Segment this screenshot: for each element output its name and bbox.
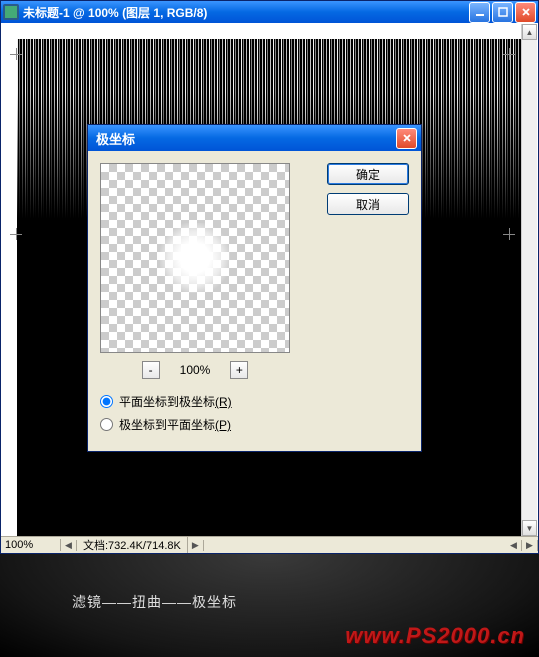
status-menu-arrow[interactable]: ▶ [188, 540, 204, 551]
tutorial-caption: 滤镜——扭曲——极坐标 [72, 592, 237, 612]
dialog-title: 极坐标 [92, 129, 396, 148]
zoom-in-button[interactable]: + [230, 361, 248, 379]
status-bar: 100% ◀ 文档:732.4K/714.8K ▶ ◀ ▶ [1, 536, 538, 553]
scroll-left-icon[interactable]: ◀ [506, 540, 522, 551]
window-title: 未标题-1 @ 100% (图层 1, RGB/8) [23, 4, 469, 21]
caption-area: 滤镜——扭曲——极坐标 www.PS2000.cn [0, 554, 539, 657]
radio-rect-to-polar[interactable]: 平面坐标到极坐标(R) [100, 393, 409, 410]
status-arrow-left[interactable]: ◀ [61, 540, 77, 551]
document-size: 文档:732.4K/714.8K [77, 537, 188, 553]
maximize-button[interactable] [492, 2, 513, 23]
dialog-close-button[interactable] [396, 128, 417, 149]
zoom-out-button[interactable]: - [142, 361, 160, 379]
scroll-down-icon[interactable]: ▼ [522, 520, 537, 536]
polar-coordinates-dialog: 极坐标 - 100% + 平面坐标到极坐标(R) 极坐标到平面坐标(P) 确定 … [87, 124, 422, 452]
radio-polar-to-rect-input[interactable] [100, 418, 113, 431]
radio-polar-to-rect[interactable]: 极坐标到平面坐标(P) [100, 416, 409, 433]
close-button[interactable] [515, 2, 536, 23]
minimize-button[interactable] [469, 2, 490, 23]
scroll-right-icon[interactable]: ▶ [522, 540, 538, 551]
app-icon [3, 4, 19, 20]
zoom-controls: - 100% + [100, 361, 290, 379]
dialog-titlebar[interactable]: 极坐标 [88, 125, 421, 151]
dialog-buttons: 确定 取消 [327, 163, 409, 215]
cancel-button[interactable]: 取消 [327, 193, 409, 215]
window-controls [469, 2, 536, 23]
scroll-up-icon[interactable]: ▲ [522, 24, 537, 40]
conversion-options: 平面坐标到极坐标(R) 极坐标到平面坐标(P) [100, 393, 409, 433]
zoom-level[interactable]: 100% [1, 539, 61, 551]
watermark: www.PS2000.cn [345, 623, 525, 649]
ok-button[interactable]: 确定 [327, 163, 409, 185]
vertical-scrollbar[interactable]: ▲ ▼ [521, 24, 537, 536]
radio-polar-to-rect-label: 极坐标到平面坐标(P) [119, 416, 231, 433]
filter-preview[interactable] [100, 163, 290, 353]
zoom-value: 100% [180, 363, 211, 377]
radio-rect-to-polar-label: 平面坐标到极坐标(R) [119, 393, 232, 410]
radio-rect-to-polar-input[interactable] [100, 395, 113, 408]
window-titlebar[interactable]: 未标题-1 @ 100% (图层 1, RGB/8) [1, 1, 538, 23]
